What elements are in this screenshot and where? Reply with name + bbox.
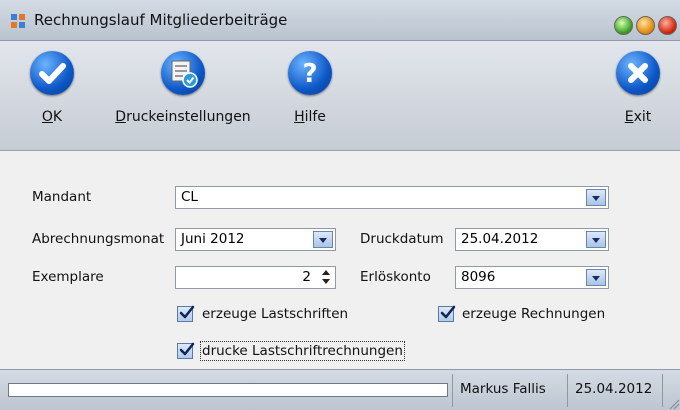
exit-button[interactable]: Exit: [612, 51, 664, 125]
chevron-down-icon[interactable]: [586, 189, 606, 206]
status-divider: [662, 374, 663, 407]
rechnungen-checkbox[interactable]: [438, 305, 456, 322]
chevron-down-icon[interactable]: [586, 269, 606, 286]
exemplare-label: Exemplare: [32, 269, 104, 285]
mandant-select[interactable]: CL: [175, 186, 609, 209]
exit-label: Exit: [624, 109, 652, 125]
rechnungen-label[interactable]: erzeuge Rechnungen: [462, 306, 605, 322]
abrechnungsmonat-label: Abrechnungsmonat: [32, 231, 165, 247]
erloeskonto-label: Erlöskonto: [360, 269, 431, 285]
spinner-arrows-icon[interactable]: [319, 268, 333, 287]
status-bar: Markus Fallis 25.04.2012: [0, 369, 680, 410]
help-label: Hilfe: [294, 109, 326, 125]
title-bar[interactable]: Rechnungslauf Mitgliederbeiträge: [0, 0, 680, 41]
app-grid-icon: [11, 14, 25, 28]
drucke-label[interactable]: drucke Lastschriftrechnungen: [200, 341, 405, 361]
question-mark-icon: ?: [288, 51, 332, 95]
mandant-label: Mandant: [32, 189, 92, 205]
abrechnungsmonat-value: Juni 2012: [181, 231, 245, 247]
abrechnungsmonat-select[interactable]: Juni 2012: [175, 228, 336, 251]
status-date: 25.04.2012: [575, 381, 653, 397]
resize-grip-icon[interactable]: [668, 392, 680, 410]
printer-settings-icon: [161, 51, 205, 95]
druckdatum-label: Druckdatum: [360, 231, 444, 247]
status-user: Markus Fallis: [460, 381, 546, 397]
form-area: Mandant CL Abrechnungsmonat Juni 2012 Dr…: [0, 151, 680, 369]
check-icon: [179, 342, 195, 356]
druckdatum-value: 25.04.2012: [461, 231, 539, 247]
ok-button[interactable]: OK: [26, 51, 78, 125]
erloeskonto-value: 8096: [461, 269, 496, 285]
toolbar: OK Druckeinstellungen ? Hilfe Exit: [0, 41, 680, 151]
status-divider: [567, 374, 568, 407]
ok-label: OK: [41, 109, 63, 125]
exemplare-value: 2: [302, 269, 311, 285]
lastschriften-checkbox[interactable]: [177, 305, 195, 322]
mandant-value: CL: [181, 189, 198, 205]
exemplare-stepper[interactable]: 2: [175, 266, 336, 289]
close-window-button[interactable]: [658, 16, 677, 35]
progress-bar: [8, 383, 448, 397]
close-x-icon: [616, 51, 660, 95]
help-button[interactable]: ? Hilfe: [284, 51, 336, 125]
checkmark-icon: [30, 51, 74, 95]
chevron-down-icon[interactable]: [313, 231, 333, 248]
minimize-button[interactable]: [636, 16, 655, 35]
dialog-window: Rechnungslauf Mitgliederbeiträge OK Druc…: [0, 0, 680, 410]
drucke-checkbox[interactable]: [177, 342, 195, 359]
check-icon: [440, 305, 456, 319]
print-settings-button[interactable]: Druckeinstellungen: [108, 51, 258, 125]
lastschriften-label[interactable]: erzeuge Lastschriften: [202, 306, 348, 322]
erloeskonto-select[interactable]: 8096: [455, 266, 609, 289]
check-icon: [179, 305, 195, 319]
status-divider: [452, 374, 453, 407]
chevron-down-icon[interactable]: [586, 231, 606, 248]
svg-text:?: ?: [302, 59, 317, 89]
maximize-button[interactable]: [614, 16, 633, 35]
druckdatum-select[interactable]: 25.04.2012: [455, 228, 609, 251]
print-settings-label: Druckeinstellungen: [115, 109, 251, 125]
window-title: Rechnungslauf Mitgliederbeiträge: [34, 11, 288, 29]
